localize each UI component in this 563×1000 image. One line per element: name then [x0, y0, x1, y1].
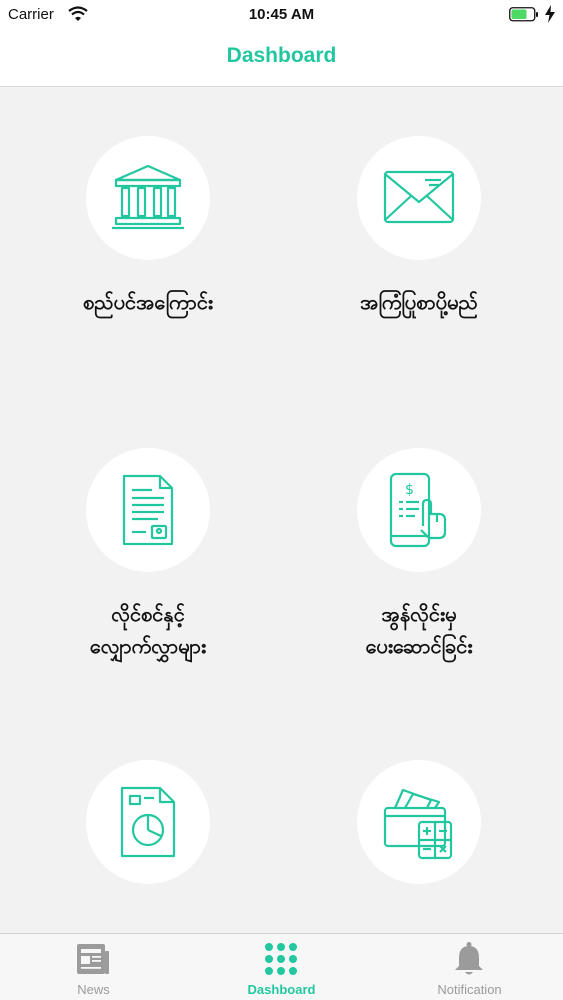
tile-icon-circle — [357, 136, 481, 260]
bell-icon — [455, 942, 483, 975]
report-chart-document-icon — [120, 786, 176, 858]
tab-news[interactable]: News — [0, 934, 187, 1000]
tile-reports[interactable] — [18, 760, 278, 933]
tile-feedback[interactable]: အကြံပြုစာပို့မည် — [289, 136, 549, 426]
tab-label: Dashboard — [247, 982, 316, 997]
mobile-payment-icon: $ — [389, 472, 447, 548]
clock-time: 10:45 AM — [248, 6, 315, 23]
tile-icon-circle — [357, 760, 481, 884]
tab-label: News — [77, 982, 110, 997]
status-bar: Carrier 10:45 AM — [0, 0, 563, 30]
dashboard-grid: စည်ပင်အကြောင်း အကြံပြုစာပို့မည် လိုင်စင်… — [0, 88, 563, 933]
svg-text:$: $ — [405, 482, 414, 498]
license-document-icon — [122, 474, 174, 546]
tile-icon-circle — [86, 760, 210, 884]
tile-wallet[interactable] — [289, 760, 549, 933]
battery-icon — [509, 7, 538, 22]
tile-label: လိုင်စင်နှင့် လျှောက်လွှာများ — [89, 602, 207, 658]
tile-label: အွန်လိုင်းမှ ပေးဆောင်ခြင်း — [365, 602, 473, 658]
envelope-icon — [383, 170, 455, 224]
charging-bolt-icon — [545, 5, 555, 23]
tile-label: စည်ပင်အကြောင်း — [82, 290, 214, 314]
navigation-bar: Dashboard — [0, 30, 563, 87]
tab-label: Notification — [437, 982, 502, 997]
tab-bar: News Dashboard Notification — [0, 933, 563, 1000]
newspaper-icon — [77, 944, 109, 974]
tile-about[interactable]: စည်ပင်အကြောင်း — [18, 136, 278, 426]
tile-licenses[interactable]: လိုင်စင်နှင့် လျှောက်လွှာများ — [18, 448, 278, 738]
wallet-calculator-icon — [383, 788, 453, 860]
grid-dots-icon — [265, 943, 297, 975]
tab-dashboard[interactable]: Dashboard — [188, 934, 375, 1000]
tile-icon-circle — [86, 448, 210, 572]
tile-online-payment[interactable]: $ အွန်လိုင်းမှ ပေးဆောင်ခြင်း — [289, 448, 549, 738]
page-title: Dashboard — [226, 44, 337, 67]
tab-notification[interactable]: Notification — [376, 934, 563, 1000]
tile-icon-circle: $ — [357, 448, 481, 572]
tile-icon-circle — [86, 136, 210, 260]
tile-label: အကြံပြုစာပို့မည် — [360, 290, 478, 314]
bank-building-icon — [112, 164, 184, 230]
